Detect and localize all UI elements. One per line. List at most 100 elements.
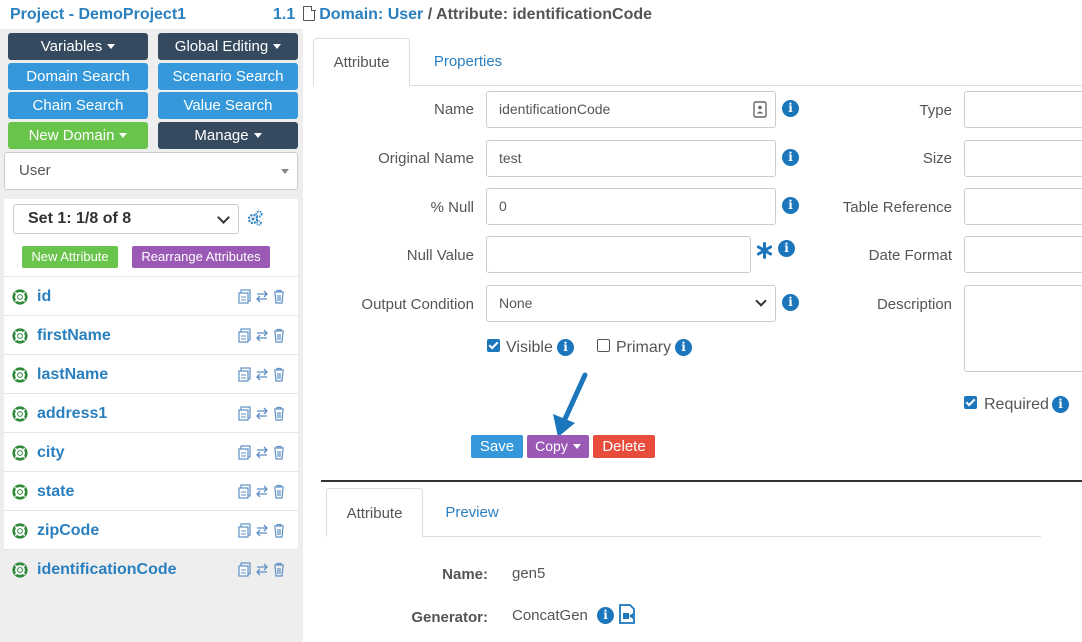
trash-icon[interactable] [274, 406, 284, 421]
attribute-row[interactable]: zipCode [4, 510, 298, 549]
delete-button[interactable]: Delete [593, 435, 655, 458]
preview-name-label: Name: [442, 566, 488, 583]
swap-icon[interactable] [256, 485, 268, 498]
swap-icon[interactable] [256, 290, 268, 303]
visible-info-icon[interactable]: i [557, 339, 574, 356]
swap-icon[interactable] [256, 524, 268, 537]
primary-checkbox[interactable] [597, 339, 610, 352]
table-reference-input[interactable] [964, 188, 1082, 225]
size-input[interactable] [964, 140, 1082, 177]
attribute-row[interactable]: address1 [4, 393, 298, 432]
annotation-arrow-icon [553, 372, 588, 437]
new-attribute-button[interactable]: New Attribute [22, 246, 118, 268]
trash-icon[interactable] [274, 367, 284, 382]
tab-properties[interactable]: Properties [419, 38, 517, 85]
date-format-input[interactable] [964, 236, 1082, 273]
save-button[interactable]: Save [471, 435, 523, 458]
visible-checkbox[interactable] [487, 339, 500, 352]
attribute-row[interactable]: id [4, 276, 298, 315]
trash-icon[interactable] [274, 328, 284, 343]
copy-icon[interactable] [238, 367, 251, 382]
lifebuoy-icon [12, 406, 28, 422]
domain-select[interactable]: User [4, 152, 298, 190]
caret-down-icon [253, 133, 262, 138]
gears-icon[interactable] [247, 210, 263, 226]
copy-icon[interactable] [238, 523, 251, 538]
generator-info-icon[interactable]: i [597, 607, 614, 624]
attribute-row[interactable]: state [4, 471, 298, 510]
manage-button[interactable]: Manage [158, 122, 298, 149]
project-title[interactable]: Project - DemoProject1 [10, 6, 186, 24]
attribute-row[interactable]: lastName [4, 354, 298, 393]
lifebuoy-icon [12, 523, 28, 539]
row-actions [238, 445, 284, 460]
trash-icon[interactable] [274, 289, 284, 304]
chain-search-button[interactable]: Chain Search [8, 92, 148, 119]
copy-icon[interactable] [238, 289, 251, 304]
primary-info-icon[interactable]: i [675, 339, 692, 356]
trash-icon[interactable] [274, 445, 284, 460]
chevron-down-icon [755, 295, 767, 307]
copy-icon[interactable] [238, 328, 251, 343]
new-domain-button[interactable]: New Domain [8, 122, 148, 149]
type-input[interactable] [964, 91, 1082, 128]
swap-icon[interactable] [256, 329, 268, 342]
pct-null-input[interactable]: 0 [486, 188, 776, 225]
row-actions [238, 406, 284, 421]
swap-icon[interactable] [256, 563, 268, 576]
swap-icon[interactable] [256, 446, 268, 459]
size-label: Size [922, 150, 952, 167]
null-value-label: Null Value [406, 247, 474, 264]
generator-edit-icon[interactable] [618, 604, 636, 624]
tab-preview-attribute[interactable]: Attribute [326, 488, 423, 537]
trash-icon[interactable] [274, 562, 284, 577]
date-format-label: Date Format [868, 247, 952, 264]
attribute-name: identificationCode [37, 561, 177, 578]
domain-select-value: User [19, 162, 51, 179]
output-condition-select[interactable]: None [486, 285, 776, 322]
row-actions [238, 367, 284, 382]
variables-label: Variables [40, 38, 103, 55]
value-search-button[interactable]: Value Search [158, 92, 298, 119]
copy-icon[interactable] [238, 445, 251, 460]
tab-attribute[interactable]: Attribute [313, 38, 410, 86]
required-info-icon[interactable]: i [1052, 396, 1069, 413]
attribute-row[interactable]: city [4, 432, 298, 471]
caret-down-icon [107, 44, 116, 49]
null-value-input[interactable] [486, 236, 751, 273]
copy-icon[interactable] [238, 406, 251, 421]
attribute-row[interactable]: firstName [4, 315, 298, 354]
attribute-name: id [37, 288, 52, 305]
original-name-input[interactable]: test [486, 140, 776, 177]
name-label: Name [433, 101, 474, 118]
table-reference-label: Table Reference [842, 199, 952, 216]
copy-icon[interactable] [238, 484, 251, 499]
attribute-row[interactable]: identificationCode [4, 549, 298, 588]
copy-button[interactable]: Copy [527, 435, 589, 458]
row-actions [238, 484, 284, 499]
output-condition-value: None [499, 295, 533, 311]
domain-link[interactable]: Domain: User [319, 6, 423, 23]
scenario-search-button[interactable]: Scenario Search [158, 63, 298, 90]
swap-icon[interactable] [256, 407, 268, 420]
version-label: 1.1 [273, 6, 296, 23]
variables-button[interactable]: Variables [8, 33, 148, 60]
asterisk-required-icon [756, 242, 773, 259]
swap-icon[interactable] [256, 368, 268, 381]
lifebuoy-icon [12, 562, 28, 578]
copy-icon[interactable] [238, 562, 251, 577]
description-textarea[interactable] [964, 285, 1082, 372]
caret-down-icon [119, 133, 128, 138]
global-editing-button[interactable]: Global Editing [158, 33, 298, 60]
domain-search-button[interactable]: Domain Search [8, 63, 148, 90]
trash-icon[interactable] [274, 523, 284, 538]
set-select[interactable]: Set 1: 1/8 of 8 [13, 204, 239, 234]
trash-icon[interactable] [274, 484, 284, 499]
rearrange-attributes-button[interactable]: Rearrange Attributes [132, 246, 270, 268]
name-input[interactable]: identificationCode [486, 91, 776, 128]
contact-card-icon[interactable] [753, 101, 767, 118]
required-checkbox[interactable] [964, 396, 977, 409]
pct-null-label: % Null [430, 199, 474, 216]
main-panel: Attribute Properties Name identification… [313, 29, 1082, 642]
tab-preview[interactable]: Preview [429, 489, 515, 536]
